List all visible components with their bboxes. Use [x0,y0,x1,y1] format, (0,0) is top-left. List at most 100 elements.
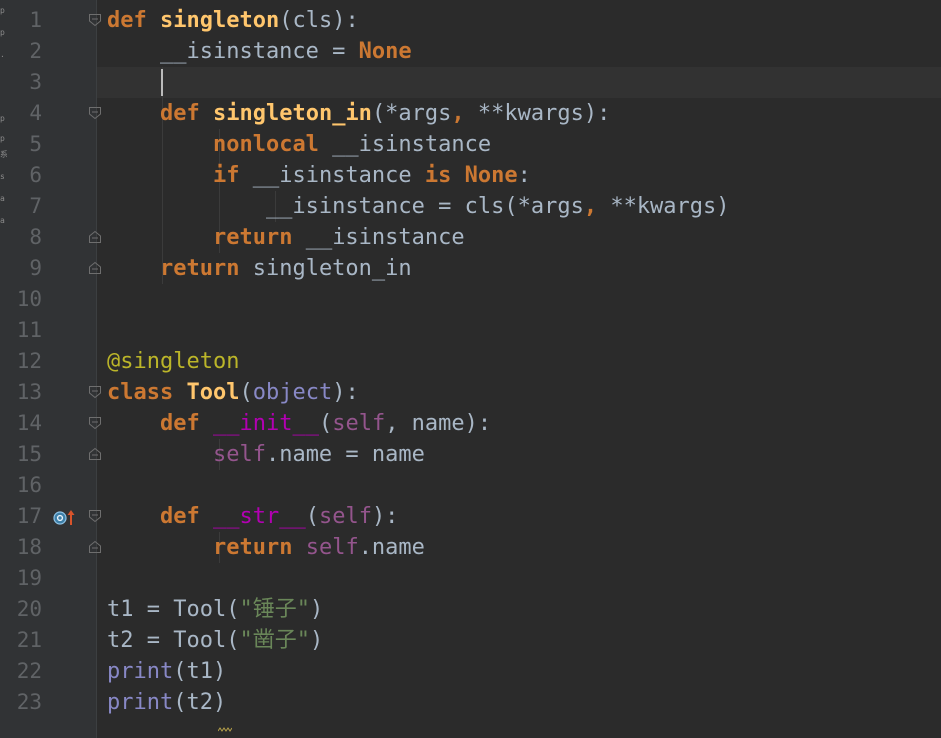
code-line[interactable]: __isinstance = None [107,36,412,67]
code-line[interactable]: print(t1) [107,656,226,687]
line-number: 15 [16,442,42,466]
code-token: "凿子" [239,628,310,653]
fold-collapse-icon[interactable] [88,416,102,430]
code-line[interactable]: if __isinstance is None: [107,160,531,191]
line-number: 9 [29,256,42,280]
code-line[interactable]: return self.name [107,532,425,563]
code-token: (*args [371,101,452,126]
line-number: 7 [29,194,42,218]
code-token: (t2) [173,690,227,715]
code-token: singleton_in [239,256,412,281]
code-token: ( [318,411,333,436]
line-number: 14 [16,411,42,435]
code-token: , [451,101,465,126]
fold-end-icon[interactable] [88,261,102,275]
fold-collapse-icon[interactable] [88,13,102,27]
project-tree-char: p [0,6,5,15]
project-tree-char: p [0,114,5,123]
code-line[interactable]: t2 = Tool("凿子") [107,625,323,656]
code-line[interactable]: t1 = Tool("锤子") [107,594,323,625]
code-line[interactable]: def __init__(self, name): [107,408,491,439]
override-method-icon[interactable] [53,507,77,527]
code-line[interactable]: return __isinstance [107,222,465,253]
code-line[interactable]: __isinstance = cls(*args, **kwargs) [107,191,730,222]
code-line[interactable]: return singleton_in [107,253,412,284]
code-token: singleton_in [212,101,372,126]
code-token: t1 = Tool( [107,597,240,622]
project-tree-char: p [0,134,5,143]
line-number: 20 [16,597,42,621]
code-token: Tool [186,380,240,405]
code-token: ) [309,628,324,653]
code-token: __isinstance [239,163,425,188]
current-line-highlight [97,67,941,98]
code-token: return [212,225,293,250]
fold-collapse-icon[interactable] [88,509,102,523]
code-token: name): [398,411,492,436]
code-token: , [385,411,399,436]
code-token: __init__ [212,411,319,436]
code-line[interactable]: def singleton(cls): [107,5,359,36]
line-number: 10 [16,287,42,311]
code-line[interactable]: class Tool(object): [107,377,359,408]
line-number: 22 [16,659,42,683]
code-token: (t1) [173,659,227,684]
code-token: singleton [160,8,280,33]
line-number: 11 [16,318,42,342]
fold-end-icon[interactable] [88,447,102,461]
code-line[interactable]: self.name = name [107,439,425,470]
code-token: __isinstance = [107,39,359,64]
code-line[interactable]: nonlocal __isinstance [107,129,491,160]
fold-end-icon[interactable] [88,540,102,554]
code-token: def [159,411,200,436]
code-token: self [212,442,266,467]
code-token: self [318,504,372,529]
project-tree-char: s [0,172,5,181]
code-token: nonlocal [212,132,319,157]
code-token: def [159,101,200,126]
code-line[interactable]: def __str__(self): [107,501,398,532]
code-token: __isinstance [318,132,492,157]
fold-collapse-icon[interactable] [88,385,102,399]
project-panel-edge[interactable]: pp.pp系saa [0,0,8,738]
code-token: class [107,380,174,405]
code-token: print [107,659,174,684]
code-token: ( [305,504,319,529]
code-token: ) [309,597,324,622]
code-line[interactable]: @singleton [107,346,239,377]
fold-collapse-icon[interactable] [88,106,102,120]
line-number: 3 [29,70,42,94]
code-token: def [107,8,147,33]
line-number: 6 [29,163,42,187]
code-token: self [332,411,386,436]
code-token: ( [239,380,253,405]
code-token: @singleton [107,349,240,374]
code-token: object [252,380,333,405]
line-number: 21 [16,628,42,652]
line-number: 16 [16,473,42,497]
project-tree-char: a [0,216,5,225]
code-token: __isinstance = cls(*args [107,194,584,219]
code-line[interactable]: print(t2) [107,687,226,718]
fold-end-icon[interactable] [88,230,102,244]
line-number: 2 [29,39,42,63]
code-line[interactable]: def singleton_in(*args, **kwargs): [107,98,610,129]
line-number: 1 [29,8,42,32]
code-token: self [305,535,359,560]
code-token: __str__ [212,504,306,529]
line-number: 18 [16,535,42,559]
code-token: t2 = Tool( [107,628,240,653]
code-token: "锤子" [239,597,310,622]
code-token: .name [358,535,425,560]
